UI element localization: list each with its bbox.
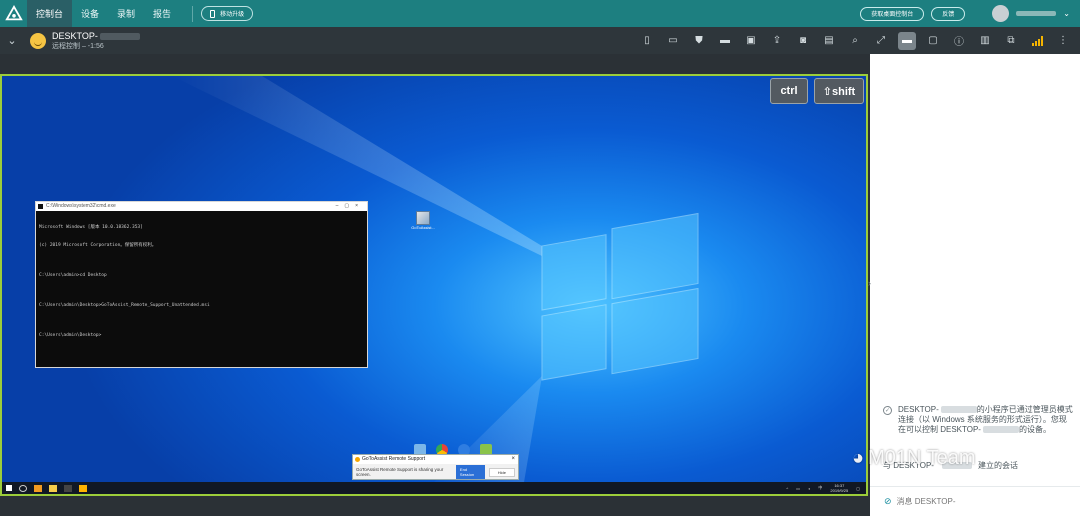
windows-icon[interactable]: ▭ <box>664 32 682 50</box>
chevron-down-icon[interactable]: ⌄ <box>0 34 24 47</box>
window-controls[interactable]: –▢× <box>336 202 364 211</box>
more-icon[interactable]: ⋮ <box>1054 32 1072 50</box>
volume-icon[interactable]: ◖ <box>808 486 810 491</box>
network-icon[interactable]: ▭ <box>796 486 800 491</box>
cmd-line: C:\Users\admin>cd Desktop <box>39 273 107 278</box>
app-logo-icon[interactable] <box>0 0 27 27</box>
fullscreen-icon[interactable]: ⤢ <box>872 32 890 50</box>
start-icon[interactable] <box>6 485 12 491</box>
user-name-redacted <box>1016 11 1057 16</box>
hide-button[interactable]: Hide <box>488 467 515 477</box>
shield-icon[interactable]: ⛊ <box>690 32 708 50</box>
search-icon[interactable] <box>19 484 27 492</box>
get-desktop-console-button[interactable]: 获取桌面控制台 <box>860 6 925 21</box>
cmd-output[interactable]: Microsoft Windows [版本 10.0.18362.353] (c… <box>36 211 367 353</box>
system-tray: ^ ▭ ◖ 中 16:37 2019/9/25 ▢ <box>786 482 860 494</box>
cmd-line: C:\Users\admin\Desktop> <box>39 333 102 338</box>
chevron-down-icon[interactable]: ⌄ <box>1063 9 1070 18</box>
monitor-icon[interactable]: ▣ <box>742 32 760 50</box>
watermark: ◕ M01N Team <box>852 447 976 470</box>
desktop-file-label: GoToAssist... <box>411 225 435 230</box>
windows-taskbar: ^ ▭ ◖ 中 16:37 2019/9/25 ▢ <box>2 482 866 494</box>
notes-icon[interactable]: ▥ <box>976 32 994 50</box>
tab-recordings[interactable]: 录制 <box>108 0 144 27</box>
signal-icon <box>1028 32 1046 50</box>
folder-icon[interactable] <box>49 484 57 492</box>
info-icon[interactable]: ⓘ <box>950 32 968 50</box>
session-message-suffix: 建立的会话 <box>977 461 1018 470</box>
session-emoji-icon <box>30 32 46 49</box>
chat-icon[interactable]: ▬ <box>898 31 916 50</box>
attachment-icon[interactable]: ⊘ <box>884 496 892 507</box>
message-device: DESKTOP- <box>898 405 939 414</box>
feedback-button[interactable]: 反馈 <box>931 6 966 21</box>
gotoassist-title: GoToAssist Remote Support × <box>353 455 518 464</box>
zoom-icon[interactable]: ⌕ <box>846 32 864 50</box>
session-status: 远程控制 – -1:56 <box>52 42 104 50</box>
tray-chevron-icon[interactable]: ^ <box>786 486 788 491</box>
camera-icon[interactable]: ◙ <box>794 32 812 50</box>
end-session-button[interactable]: End Session <box>455 465 485 479</box>
avatar[interactable] <box>992 5 1010 22</box>
message-end: 的设备。 <box>1018 425 1051 434</box>
viewport-bottom <box>0 496 870 516</box>
mobile-upgrade-button[interactable]: 移动升级 <box>201 6 254 21</box>
check-circle-icon: ✓ <box>883 406 892 415</box>
message-input-row: ⊘ <box>870 486 1080 516</box>
redacted-block <box>99 32 140 40</box>
cmd-window-title[interactable]: C:\Windows\system32\cmd.exe –▢× <box>36 202 367 211</box>
top-bar: 控制台 设备 录制 报告 移动升级 获取桌面控制台 反馈 ⌄ <box>0 0 1080 27</box>
tab-devices[interactable]: 设备 <box>72 0 108 27</box>
cmd-window-title-text: C:\Windows\system32\cmd.exe <box>46 203 116 209</box>
devices-icon[interactable]: ⧉ <box>1002 32 1020 50</box>
divider <box>192 5 194 22</box>
shift-key-button[interactable]: ⇧shift <box>814 78 864 104</box>
session-bar: ⌄ DESKTOP- 远程控制 – -1:56 ▯ ▭ ⛊ ▬ ▣ ⇪ ◙ ▤ … <box>0 27 1080 54</box>
phone-icon <box>210 9 216 18</box>
remote-desktop-viewport[interactable]: ctrl ⇧shift C:\Windows\system32\cmd.exe … <box>0 74 868 496</box>
cmd-line: Microsoft Windows [版本 10.0.18362.353] <box>39 225 143 230</box>
clipboard-icon[interactable]: ▯ <box>638 32 656 50</box>
session-device-name: DESKTOP- <box>52 30 98 41</box>
gotoassist-taskbar-icon[interactable] <box>79 484 87 492</box>
cmd-line: (c) 2019 Microsoft Corporation。保留所有权利。 <box>39 243 157 248</box>
desktop-file-icon[interactable]: GoToAssist... <box>410 211 436 230</box>
mobile-upgrade-label: 移动升级 <box>220 12 245 18</box>
tab-reports[interactable]: 报告 <box>144 0 180 27</box>
ctrl-key-button[interactable]: ctrl <box>770 78 808 104</box>
tab-console[interactable]: 控制台 <box>27 0 73 27</box>
wechat-icon: ◕ <box>852 447 865 469</box>
cmd-window[interactable]: C:\Windows\system32\cmd.exe –▢× Microsof… <box>35 201 368 368</box>
gotoassist-dialog[interactable]: GoToAssist Remote Support × GoToAssist R… <box>352 454 519 480</box>
record-icon[interactable]: ▤ <box>820 32 838 50</box>
watermark-text: M01N Team <box>868 447 976 469</box>
cmd-taskbar-icon[interactable] <box>64 484 72 492</box>
ime-icon[interactable]: 中 <box>818 485 822 491</box>
clock-date: 2019/9/25 <box>830 488 849 493</box>
chevron-right-icon[interactable]: › <box>868 278 871 288</box>
close-icon[interactable]: × <box>511 455 515 464</box>
taskbar-clock[interactable]: 16:37 2019/9/25 <box>830 483 848 493</box>
redacted-block <box>940 406 977 414</box>
cmd-line: C:\Users\admin\Desktop>GoToAssist_Remote… <box>39 303 210 308</box>
notification-icon[interactable]: ▢ <box>856 486 860 491</box>
gotoassist-title-text: GoToAssist Remote Support <box>362 456 426 462</box>
screen-icon[interactable]: ▬ <box>716 32 734 50</box>
system-message: ✓ DESKTOP- 的小程序已通过管理员模式连接（以 Windows 系统服务的… <box>883 405 1073 435</box>
gotoassist-message: GoToAssist Remote Support is sharing you… <box>356 467 444 477</box>
redacted-block <box>982 426 1019 434</box>
upload-icon[interactable]: ⇪ <box>768 32 786 50</box>
explorer-icon[interactable] <box>34 484 42 492</box>
file-transfer-icon[interactable]: ▢ <box>924 32 942 50</box>
installer-icon <box>416 211 430 225</box>
message-input[interactable] <box>896 497 1067 506</box>
